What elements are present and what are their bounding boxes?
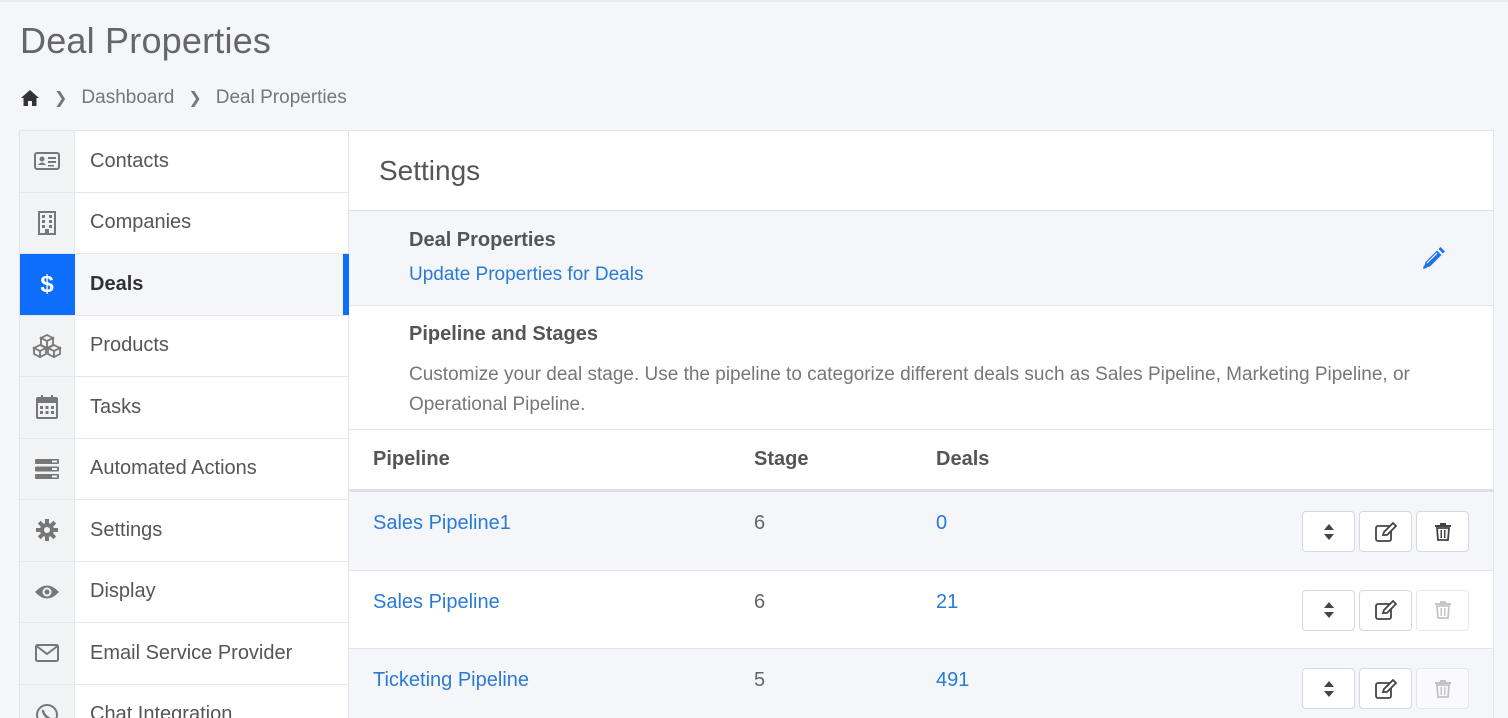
sidebar-item-label: Contacts [90, 149, 169, 172]
deals-count-link[interactable]: 491 [936, 669, 969, 692]
row-actions [1302, 589, 1469, 631]
sort-button[interactable] [1302, 511, 1355, 552]
dollar-icon: $ [20, 254, 75, 315]
breadcrumb: ❯ Dashboard ❯ Deal Properties [20, 86, 347, 110]
stage-count: 6 [754, 590, 766, 613]
sidebar-item-label: Companies [90, 211, 192, 234]
delete-button[interactable] [1416, 511, 1469, 552]
breadcrumb-dashboard[interactable]: Dashboard [81, 87, 174, 109]
row-actions [1302, 511, 1469, 552]
pipeline-name-link[interactable]: Sales Pipeline [373, 591, 500, 614]
sidebar-item-companies[interactable]: Companies [20, 192, 348, 254]
edit-icon [1374, 678, 1397, 699]
stage-count: 5 [754, 669, 766, 691]
whatsapp-icon [20, 684, 75, 718]
sidebar-item-label: Chat Integration [90, 703, 233, 718]
delete-button [1416, 668, 1469, 709]
pipeline-name-link[interactable]: Ticketing Pipeline [373, 669, 529, 692]
chevron-right-icon: ❯ [188, 90, 202, 107]
edit-icon [1374, 521, 1397, 542]
sidebar-item-contacts[interactable]: Contacts [20, 131, 348, 193]
column-header-stage: Stage [754, 448, 809, 470]
panel-title: Settings [349, 131, 1493, 211]
sidebar-item-tasks[interactable]: Tasks [20, 377, 348, 439]
sidebar-item-label: Display [90, 580, 156, 603]
sidebar-item-label: Email Service Provider [90, 641, 293, 664]
pencil-icon[interactable] [1419, 245, 1447, 273]
stage-count: 6 [754, 512, 766, 534]
building-icon [20, 192, 75, 253]
envelope-icon [20, 623, 75, 684]
svg-text:$: $ [40, 271, 54, 297]
contact-card-icon [20, 131, 75, 192]
cubes-icon [20, 315, 75, 376]
column-header-deals: Deals [936, 448, 990, 470]
sidebar-item-settings[interactable]: Settings [20, 500, 348, 562]
settings-sidebar: Contacts Companies $ Deals Products Task… [19, 130, 349, 718]
settings-panel: Settings Deal Properties Update Properti… [349, 130, 1494, 718]
deals-count-link[interactable]: 0 [936, 512, 947, 535]
calendar-icon [20, 377, 75, 438]
trash-icon [1434, 601, 1451, 619]
update-properties-link[interactable]: Update Properties for Deals [409, 264, 1493, 286]
edit-button[interactable] [1359, 511, 1412, 552]
sidebar-item-label: Deals [90, 272, 144, 295]
table-header: Pipeline Stage Deals [349, 430, 1493, 492]
deal-properties-section: Deal Properties Update Properties for De… [349, 211, 1493, 306]
sort-icon [1323, 680, 1334, 697]
sort-icon [1323, 602, 1334, 618]
edit-icon [1374, 600, 1397, 620]
sort-button[interactable] [1302, 668, 1355, 709]
sidebar-item-label: Automated Actions [90, 457, 257, 480]
sort-button[interactable] [1302, 589, 1355, 631]
table-row: Sales Pipeline1 6 0 [349, 492, 1493, 571]
row-actions [1302, 668, 1469, 709]
sidebar-item-label: Products [90, 334, 169, 357]
sidebar-item-products[interactable]: Products [20, 315, 348, 377]
sidebar-item-label: Settings [90, 518, 163, 541]
page-title: Deal Properties [20, 20, 272, 61]
sort-icon [1323, 523, 1334, 540]
edit-button[interactable] [1359, 668, 1412, 709]
delete-button [1416, 589, 1469, 631]
deals-count-link[interactable]: 21 [936, 591, 958, 614]
pipeline-name-link[interactable]: Sales Pipeline1 [373, 512, 511, 535]
sidebar-item-email-service-provider[interactable]: Email Service Provider [20, 623, 348, 685]
trash-icon [1434, 679, 1451, 698]
home-icon[interactable] [20, 88, 40, 108]
top-divider [0, 0, 1508, 2]
sidebar-item-chat-integration[interactable]: Chat Integration [20, 684, 348, 718]
chevron-right-icon: ❯ [54, 90, 68, 107]
gear-icon [20, 500, 75, 561]
sidebar-item-deals[interactable]: $ Deals [20, 254, 349, 316]
sidebar-item-display[interactable]: Display [20, 561, 348, 623]
column-header-pipeline: Pipeline [373, 448, 450, 470]
edit-button[interactable] [1359, 589, 1412, 631]
table-row: Ticketing Pipeline 5 491 [349, 649, 1493, 718]
deal-properties-title: Deal Properties [409, 229, 556, 251]
sidebar-item-label: Tasks [90, 395, 142, 418]
sidebar-item-automated-actions[interactable]: Automated Actions [20, 438, 348, 500]
pipeline-stages-section: Pipeline and Stages Customize your deal … [349, 306, 1493, 430]
table-row: Sales Pipeline 6 21 [349, 571, 1493, 649]
breadcrumb-deal-properties: Deal Properties [215, 87, 347, 108]
pipeline-stages-title: Pipeline and Stages [409, 323, 598, 345]
pipeline-stages-description: Customize your deal stage. Use the pipel… [409, 364, 1410, 415]
server-icon [20, 438, 75, 499]
trash-icon [1434, 522, 1451, 541]
eye-icon [20, 561, 75, 622]
